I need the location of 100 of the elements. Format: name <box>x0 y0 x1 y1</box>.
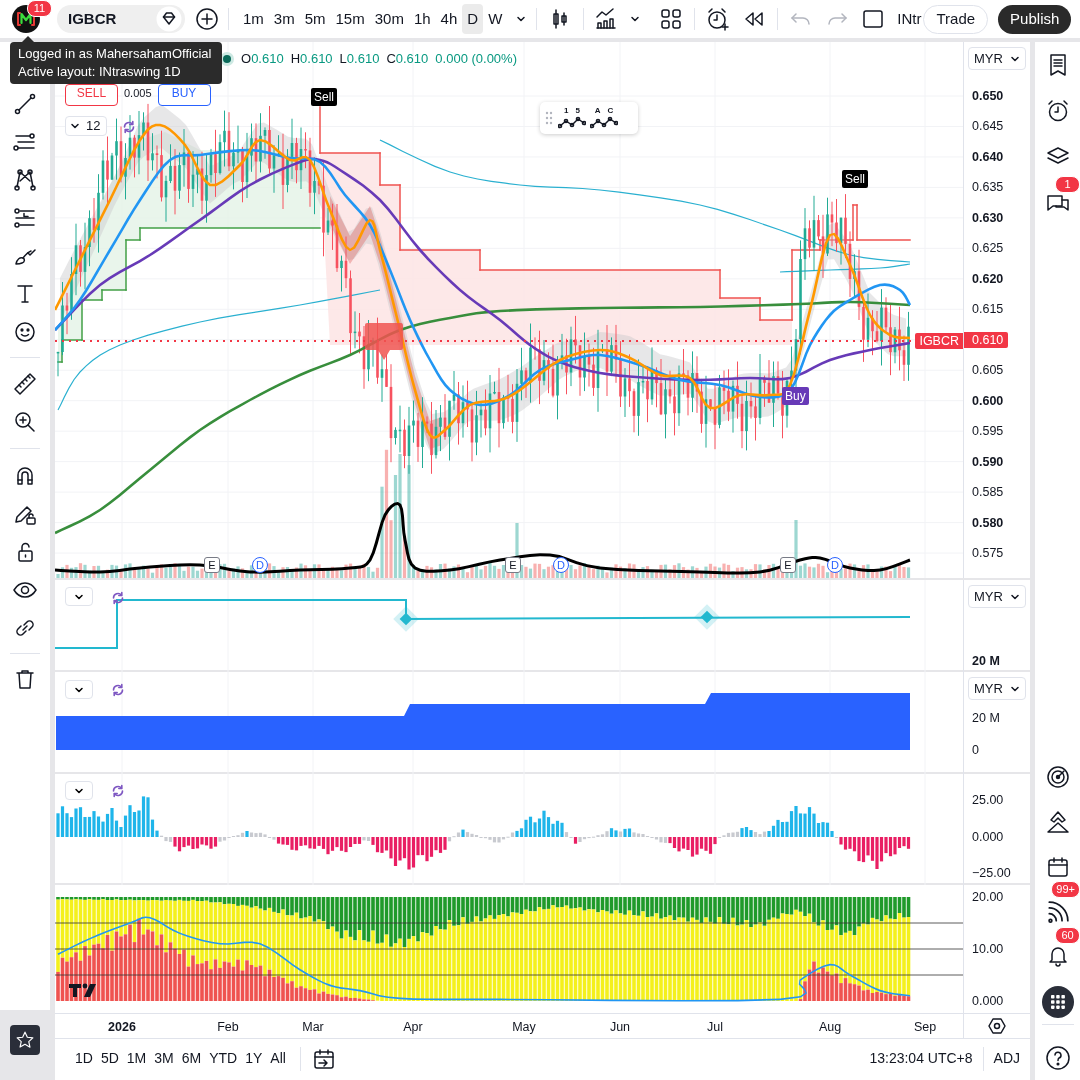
sell-signal: Sell <box>842 170 868 188</box>
interval-button[interactable]: 4h <box>435 4 463 34</box>
ruler-icon[interactable] <box>11 370 39 398</box>
symbol-price-label: IGBCR <box>915 333 963 349</box>
axis-label: 25.00 <box>972 792 1004 808</box>
sync-icon[interactable] <box>110 682 126 698</box>
ohlc-value: O0.610 <box>241 50 284 68</box>
axis-label: 0.625 <box>972 240 1004 257</box>
count-badge: 99+ <box>1051 881 1080 898</box>
dividend-marker[interactable]: D <box>252 557 268 573</box>
axis-label: 0.615 <box>972 301 1004 318</box>
layout-name[interactable]: INtr <box>897 7 922 31</box>
axis-label: 0.600 <box>972 392 1004 409</box>
earnings-marker[interactable]: E <box>780 557 796 573</box>
earnings-marker[interactable]: E <box>204 557 220 573</box>
currency-dropdown[interactable]: MYR <box>968 585 1026 608</box>
interval-button[interactable]: 1h <box>408 4 436 34</box>
range-button[interactable]: All <box>266 1044 290 1073</box>
drag-handle-icon[interactable] <box>544 109 554 127</box>
interval-button[interactable]: D <box>462 4 484 34</box>
axis-label: −25.00 <box>972 865 1011 881</box>
time-label: Feb <box>217 1019 239 1036</box>
time-label: Mar <box>302 1019 324 1036</box>
publish-button[interactable]: Publish <box>998 4 1072 34</box>
axis-label: 0.590 <box>972 453 1004 470</box>
interval-button[interactable]: 15m <box>330 4 370 34</box>
range-button[interactable]: 1D <box>71 1044 97 1073</box>
tooltip-text: Logged in as MahersahamOfficial <box>18 45 213 63</box>
count-badge: 1 <box>1055 176 1080 193</box>
time-label: Aug <box>818 1019 842 1036</box>
axis-label: 0.580 <box>972 514 1004 531</box>
axis-label: 0.575 <box>972 545 1004 562</box>
axis-label: 0.630 <box>972 209 1004 226</box>
axis-label: 20 M <box>972 710 1000 726</box>
range-button[interactable]: 5D <box>96 1044 123 1073</box>
time-label: Jul <box>707 1019 723 1036</box>
zigzag-icon <box>558 115 586 129</box>
axis-label: 0.585 <box>972 484 1004 501</box>
axis-label: 0.000 <box>972 829 1004 845</box>
axis-label: 20.00 <box>972 889 1004 905</box>
interval-button[interactable]: 5m <box>299 4 331 34</box>
help-icon[interactable] <box>1043 1043 1072 1072</box>
symbol-search[interactable]: IGBCR <box>57 5 185 33</box>
axis-label: 0.595 <box>972 423 1004 440</box>
buy-button[interactable]: BUY <box>157 84 211 106</box>
range-button[interactable]: 3M <box>150 1044 178 1073</box>
ohlc-value: L0.610 <box>339 50 380 68</box>
logo-icon <box>67 983 99 998</box>
collapse-button[interactable] <box>65 587 93 606</box>
dividend-marker[interactable]: D <box>827 557 843 573</box>
node-network-icon[interactable] <box>11 166 39 194</box>
interval-button[interactable]: 30m <box>369 4 409 34</box>
pattern-tool[interactable]: 1 5 <box>558 107 586 129</box>
indicators-toggle[interactable]: 12 <box>65 116 108 136</box>
axis-label: 0.635 <box>972 179 1004 196</box>
count-badge: 60 <box>1055 927 1080 944</box>
chat-icon[interactable] <box>1046 195 1069 211</box>
zigzag-icon <box>590 115 618 129</box>
axis-label: 0.000 <box>972 993 1004 1009</box>
sync-icon[interactable] <box>110 590 126 606</box>
add-icon[interactable] <box>195 7 219 31</box>
bell-icon[interactable] <box>1048 946 1067 967</box>
collapse-button[interactable] <box>65 680 93 699</box>
axis-label: 0.645 <box>972 118 1004 135</box>
currency-dropdown[interactable]: MYR <box>968 47 1026 70</box>
time-label: 2026 <box>108 1019 136 1036</box>
tooltip-text: Active layout: INtraswing 1D <box>18 63 182 81</box>
clock-text: 13:23:04 UTC+8 <box>869 1049 973 1068</box>
trade-button[interactable]: Trade <box>923 4 989 34</box>
notification-badge: 11 <box>27 0 52 17</box>
axis-label: 0.640 <box>972 148 1004 165</box>
ohlc-value: H0.610 <box>290 50 333 68</box>
currency-dropdown[interactable]: MYR <box>968 677 1026 700</box>
range-button[interactable]: 6M <box>177 1044 206 1073</box>
pattern-tool[interactable]: A C <box>590 107 618 129</box>
buy-signal: Buy <box>782 387 809 405</box>
sell-button[interactable]: SELL <box>65 84 118 106</box>
range-button[interactable]: 1M <box>122 1044 151 1073</box>
range-button[interactable]: 1Y <box>241 1044 267 1073</box>
settings-icon[interactable] <box>987 1016 1007 1036</box>
broadcast-icon[interactable] <box>1046 900 1069 923</box>
sync-icon[interactable] <box>121 119 137 135</box>
axis-label: 0.605 <box>972 362 1004 379</box>
collapse-button[interactable] <box>65 781 93 800</box>
sell-signal: Sell <box>311 88 337 106</box>
range-button[interactable]: YTD <box>205 1044 242 1073</box>
axis-label: 10.00 <box>972 941 1004 957</box>
price-change: 0.000 (0.00%) <box>435 50 517 68</box>
dividend-marker[interactable]: D <box>553 557 569 573</box>
axis-label: 0.620 <box>972 270 1004 287</box>
interval-button[interactable]: 3m <box>268 4 300 34</box>
time-label: Jun <box>609 1019 631 1036</box>
last-price-label: 0.610 <box>964 331 1009 348</box>
interval-button[interactable]: W <box>483 4 508 34</box>
ohlc-value: C0.610 <box>386 50 429 68</box>
apps-icon[interactable] <box>1041 985 1074 1018</box>
adjust-button[interactable]: ADJ <box>993 1048 1030 1069</box>
earnings-marker[interactable]: E <box>505 557 521 573</box>
sync-icon[interactable] <box>110 783 126 799</box>
interval-button[interactable]: 1m <box>238 4 269 34</box>
